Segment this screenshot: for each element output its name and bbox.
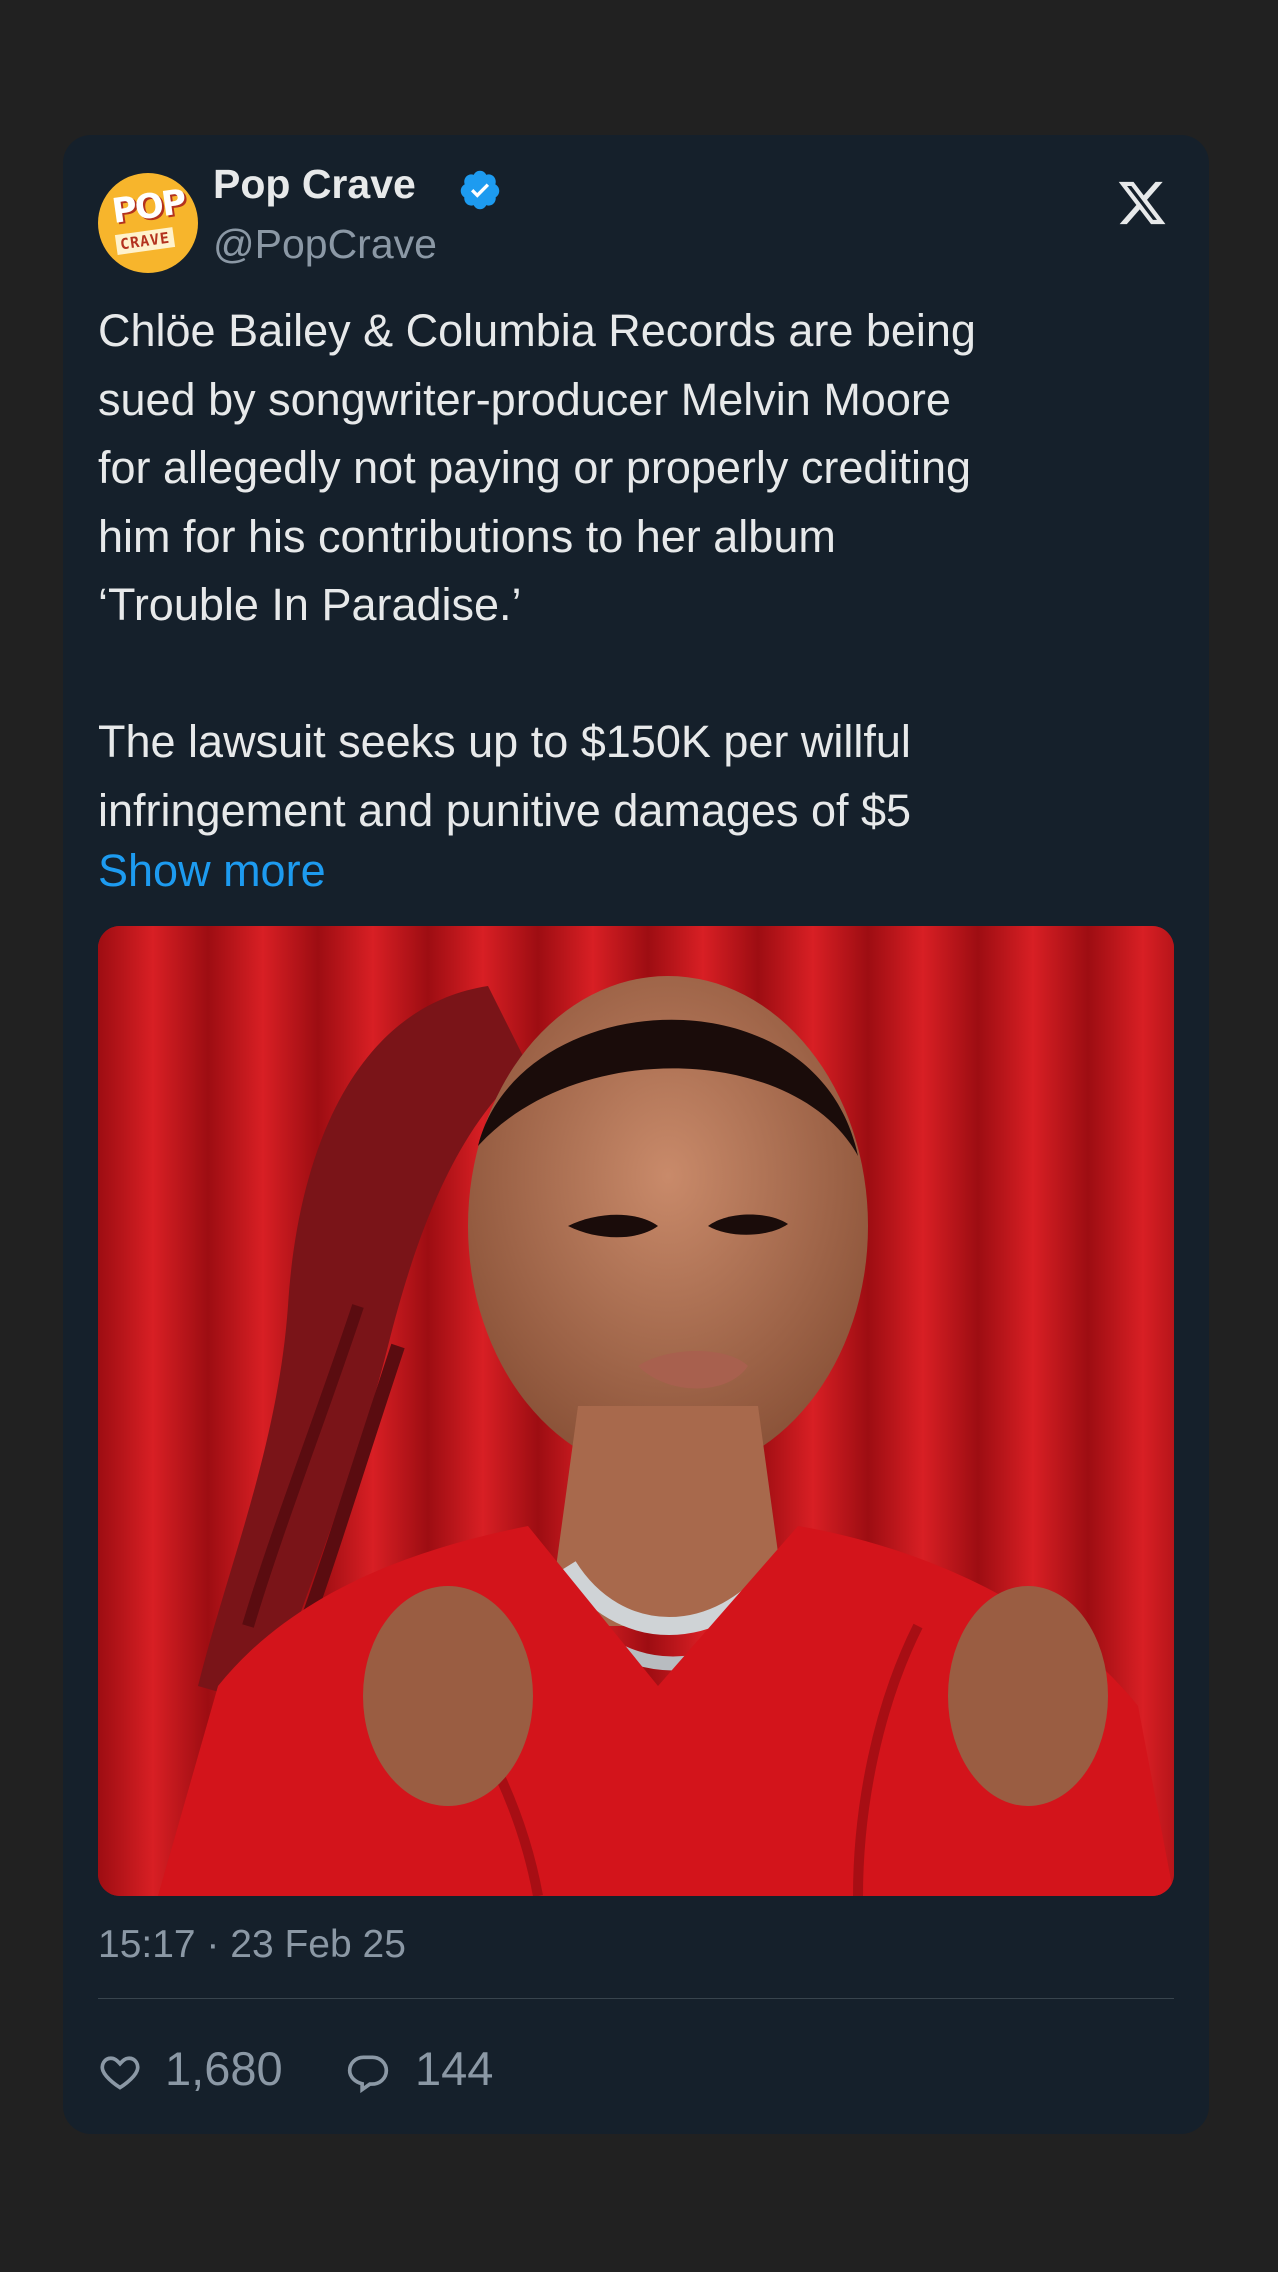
show-more-link[interactable]: Show more bbox=[98, 845, 326, 897]
heart-icon[interactable] bbox=[98, 2050, 142, 2094]
tweet-text-line: infringement and punitive damages of $5 bbox=[98, 784, 912, 836]
tweet-text-line: for allegedly not paying or properly cre… bbox=[98, 442, 971, 493]
tweet-media-image[interactable] bbox=[98, 926, 1174, 1896]
tweet-text-line: sued by songwriter-producer Melvin Moore bbox=[98, 373, 951, 425]
tweet-card[interactable]: POP CRAVE Pop Crave @PopCrave Chlöe Bail… bbox=[63, 135, 1209, 2134]
avatar[interactable]: POP CRAVE bbox=[98, 173, 198, 273]
tweet-text-line: Chlöe Bailey & Columbia Records are bein… bbox=[98, 305, 976, 356]
like-count[interactable]: 1,680 bbox=[165, 2041, 283, 2096]
photo-icon bbox=[98, 926, 1174, 1896]
tweet-text-line: him for his contributions to her album bbox=[98, 510, 836, 562]
tweet-timestamp[interactable]: 15:17 · 23 Feb 25 bbox=[98, 1923, 406, 1967]
tweet-text-blank-line bbox=[98, 640, 1178, 709]
author-handle[interactable]: @PopCrave bbox=[213, 221, 437, 268]
tweet-text-line: ‘Trouble In Paradise.’ bbox=[98, 579, 522, 630]
avatar-logo-subtext: CRAVE bbox=[114, 227, 176, 255]
tweet-text-line: The lawsuit seeks up to $150K per willfu… bbox=[98, 716, 911, 767]
verified-badge-icon bbox=[460, 170, 500, 210]
tweet-text: Chlöe Bailey & Columbia Records are bein… bbox=[98, 297, 1178, 845]
divider bbox=[98, 1998, 1174, 1999]
author-display-name[interactable]: Pop Crave bbox=[213, 161, 416, 208]
x-logo-icon[interactable] bbox=[1116, 177, 1168, 229]
reply-icon[interactable] bbox=[346, 2050, 390, 2094]
reply-count[interactable]: 144 bbox=[415, 2041, 493, 2096]
avatar-logo-text: POP bbox=[109, 182, 188, 232]
